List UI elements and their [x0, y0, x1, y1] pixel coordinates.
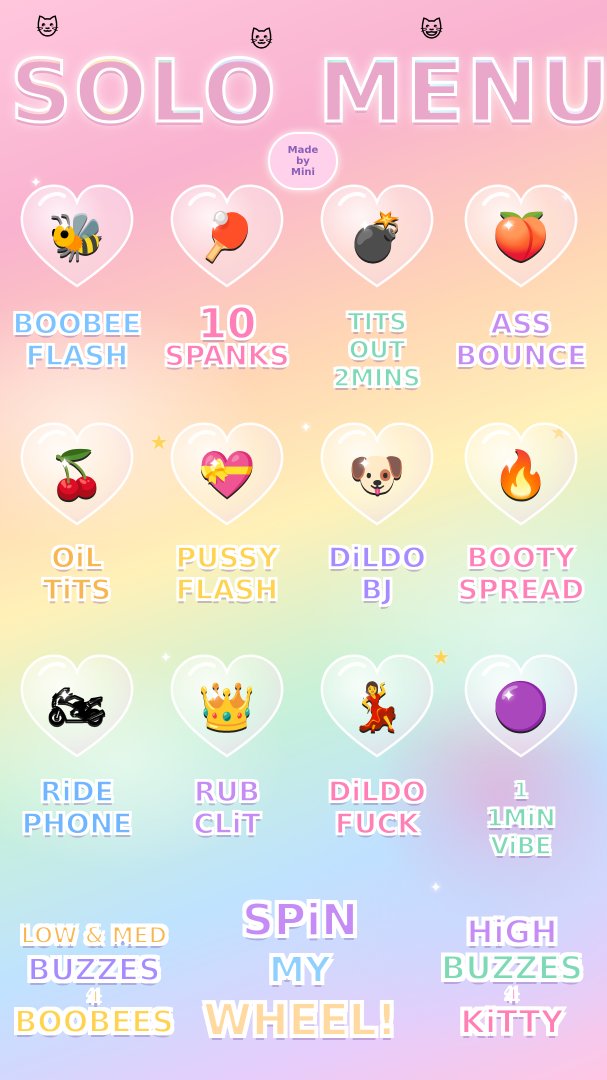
bottom-right-line-3: 4 [505, 985, 518, 1005]
motorcycle-icon: 🏍 [47, 679, 107, 733]
sparkle-icon: ✦ [58, 454, 72, 473]
heart-button-12[interactable]: 🟣 ✦ [462, 652, 580, 762]
heart-button-8[interactable]: 🔥 ✦ [462, 420, 580, 530]
label-line-3: ViBE [490, 831, 553, 861]
label-line-1: TITS [347, 307, 407, 337]
label-line-2: BOUNCE [455, 339, 588, 373]
cat-icon: 🐱 [36, 16, 59, 41]
badge-line-3: Mini [291, 166, 315, 178]
label-line-1: ASS [490, 307, 552, 341]
bottom-right-line-2: BUZZES [440, 949, 584, 987]
label-line-3: 2MINS [333, 363, 421, 393]
menu-item-label-9[interactable]: RiDE PHONE [7, 775, 147, 841]
label-line-2: OUT [348, 335, 406, 365]
label-line-1: 10 [197, 299, 257, 348]
sparkle-icon: ✦ [208, 216, 222, 235]
bomb-icon: 💣 [348, 209, 406, 263]
heart-button-10[interactable]: 👑 ✦ [168, 652, 286, 762]
menu-item-label-2[interactable]: 10 SPANKS [157, 299, 297, 373]
heart-button-11[interactable]: 💃 ✦ [318, 652, 436, 762]
high-buzzes-label[interactable]: HiGH BUZZES 4 KiTTY [420, 913, 604, 1041]
sparkle-icon: ✦ [502, 216, 516, 235]
sparkle-icon: ✦ [208, 686, 222, 705]
cherries-icon: 🍒 [48, 447, 106, 501]
tiara-icon: 👑 [198, 679, 256, 733]
label-line-2: SPANKS [164, 339, 291, 373]
label-line-1: RiDE [39, 775, 114, 809]
heart-panties-icon: 💝 [198, 447, 256, 501]
bottom-left-line-1: LOW & MED [20, 923, 168, 950]
heart-button-4[interactable]: 🍑 ✦ [462, 182, 580, 292]
star-icon: ★ [150, 430, 168, 454]
label-line-2: CLiT [193, 807, 262, 841]
label-line-1: PUSSY [175, 541, 279, 575]
menu-item-label-3[interactable]: TITS OUT 2MINS [307, 307, 447, 393]
bottom-center-line-2: MY [268, 949, 332, 992]
sparkle-icon: ✦ [58, 686, 72, 705]
spin-my-wheel-label[interactable]: SPiN MY WHEEL! [200, 895, 400, 1047]
low-med-buzzes-label[interactable]: LOW & MED BUZZES 4 BOOBEES [4, 920, 184, 1041]
heart-button-2[interactable]: 🏓 ✦ [168, 182, 286, 292]
badge-line-2: by [296, 155, 310, 167]
bottom-right-line-1: HiGH [466, 913, 559, 951]
heart-button-3[interactable]: 💣 ✦ [318, 182, 436, 292]
label-line-2: SPREAD [457, 573, 585, 607]
bee-icon: 🐝 [48, 209, 106, 263]
menu-item-label-11[interactable]: DiLDO FUCK [307, 775, 447, 841]
paddle-icon: 🏓 [198, 209, 256, 263]
bottom-right-line-4: KiTTY [459, 1003, 564, 1041]
label-line-2: BJ [360, 573, 393, 607]
badge-line-1: Made [287, 144, 319, 156]
label-line-1: OiL [51, 541, 104, 575]
label-line-2: PHONE [21, 807, 133, 841]
label-line-1: RUB [193, 775, 260, 809]
bottom-center-line-1: SPiN [241, 895, 359, 947]
heart-button-7[interactable]: 🐶 ✦ [318, 420, 436, 530]
menu-item-label-12[interactable]: 1 1MiN ViBE [451, 776, 591, 861]
label-line-2: TiTS [42, 573, 111, 607]
label-line-2: FUCK [334, 807, 420, 841]
label-line-1: BOOBEE [12, 307, 142, 341]
label-line-1: DiLDO [327, 775, 426, 809]
sparkle-icon: ✦ [430, 880, 442, 896]
cat-icon: 😺 [420, 18, 443, 43]
sparkle-icon: ✦ [58, 216, 72, 235]
heart-button-1[interactable]: 🐝 ✦ [18, 182, 136, 292]
sparkle-icon: ✦ [358, 686, 372, 705]
heart-button-6[interactable]: 💝 ✦ [168, 420, 286, 530]
label-line-2: 1MiN [486, 803, 556, 833]
bottom-left-line-2: BUZZES [27, 953, 162, 989]
sparkle-icon: ✦ [358, 216, 372, 235]
peach-icon: 🍑 [492, 209, 550, 263]
sparkle-icon: ✦ [358, 454, 372, 473]
menu-item-label-10[interactable]: RUB CLiT [157, 775, 297, 841]
label-line-2: FLASH [25, 339, 129, 373]
vibe-icon: 🟣 [492, 679, 550, 733]
menu-item-label-7[interactable]: DiLDO BJ [307, 541, 447, 607]
label-line-1: 1 [513, 777, 528, 803]
bottom-left-line-3: 4 [87, 987, 100, 1007]
sparkle-icon: ✦ [208, 454, 222, 473]
ballerina-icon: 💃 [348, 679, 406, 733]
title-solo: SOLO [9, 41, 278, 144]
label-line-2: FLASH [175, 573, 279, 607]
title-menu: MENU [316, 41, 607, 144]
bottom-center-line-3: WHEEL! [202, 995, 398, 1047]
bottom-left-line-4: BOOBEES [13, 1005, 174, 1041]
puppy-icon: 🐶 [348, 447, 406, 501]
heart-button-5[interactable]: 🍒 ✦ [18, 420, 136, 530]
label-line-1: BOOTY [466, 541, 576, 575]
menu-item-label-4[interactable]: ASS BOUNCE [451, 307, 591, 373]
sparkle-icon: ✦ [502, 686, 516, 705]
menu-item-label-8[interactable]: BOOTY SPREAD [451, 541, 591, 607]
label-line-1: DiLDO [327, 541, 426, 575]
sparkle-icon: ✦ [502, 454, 516, 473]
menu-item-label-5[interactable]: OiL TiTS [7, 541, 147, 607]
flame-icon: 🔥 [492, 447, 550, 501]
menu-item-label-6[interactable]: PUSSY FLASH [157, 541, 297, 607]
sparkle-icon: ✦ [300, 420, 312, 436]
heart-button-9[interactable]: 🏍 ✦ [18, 652, 136, 762]
menu-item-label-1[interactable]: BOOBEE FLASH [7, 307, 147, 373]
